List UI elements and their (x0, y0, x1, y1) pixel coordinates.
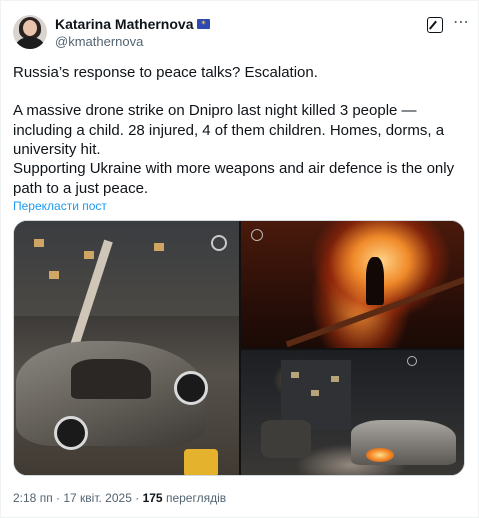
avatar-body (16, 37, 44, 49)
tweet-paragraph-2: A massive drone strike on Dnipro last ni… (13, 102, 445, 158)
media-grid (13, 220, 465, 476)
lit-window (34, 239, 44, 247)
translate-post-link[interactable]: Перекласти пост (13, 199, 107, 213)
emergency-service-logo-icon (407, 356, 417, 366)
media-image-1[interactable] (14, 221, 239, 475)
damaged-car (261, 420, 311, 458)
tweet-paragraph-3: Supporting Ukraine with more weapons and… (13, 160, 455, 197)
lit-window (331, 376, 339, 382)
lit-window (84, 251, 94, 259)
tweet-meta: 2:18 пп · 17 квіт. 2025 · 175 переглядів (13, 491, 226, 505)
tweet-paragraph-1: Russia’s response to peace talks? Escala… (13, 64, 318, 81)
emergency-service-logo-icon (211, 235, 227, 251)
author-name[interactable]: Katarina Mathernova (55, 16, 193, 32)
meta-separator: · (56, 491, 61, 505)
grok-icon[interactable] (427, 17, 443, 33)
views-count: 175 (142, 491, 163, 505)
yellow-object (184, 449, 218, 475)
firefighter-silhouette (366, 257, 384, 305)
car-wheel (174, 371, 208, 405)
avatar-face (23, 20, 37, 36)
author-name-row[interactable]: Katarina Mathernova (55, 15, 211, 33)
building-backdrop (14, 221, 239, 316)
lit-window (154, 243, 164, 251)
avatar[interactable] (13, 15, 47, 49)
meta-separator: · (135, 491, 140, 505)
lit-window (291, 372, 299, 378)
car-wheel (54, 416, 88, 450)
small-fire (366, 448, 394, 462)
media-image-3[interactable] (241, 350, 464, 475)
tweet-time[interactable]: 2:18 пп (13, 491, 53, 505)
emergency-service-logo-icon (251, 229, 263, 241)
eu-flag-icon (197, 19, 211, 29)
tweet-card[interactable]: Katarina Mathernova @kmathernova ⋯ Russi… (0, 0, 479, 518)
tweet-date[interactable]: 17 квіт. 2025 (63, 491, 132, 505)
lit-window (311, 390, 319, 396)
media-image-2[interactable] (241, 221, 464, 348)
more-options-icon[interactable]: ⋯ (453, 15, 469, 31)
lit-window (49, 271, 59, 279)
author-handle[interactable]: @kmathernova (55, 34, 143, 49)
views-label: переглядів (165, 491, 227, 505)
